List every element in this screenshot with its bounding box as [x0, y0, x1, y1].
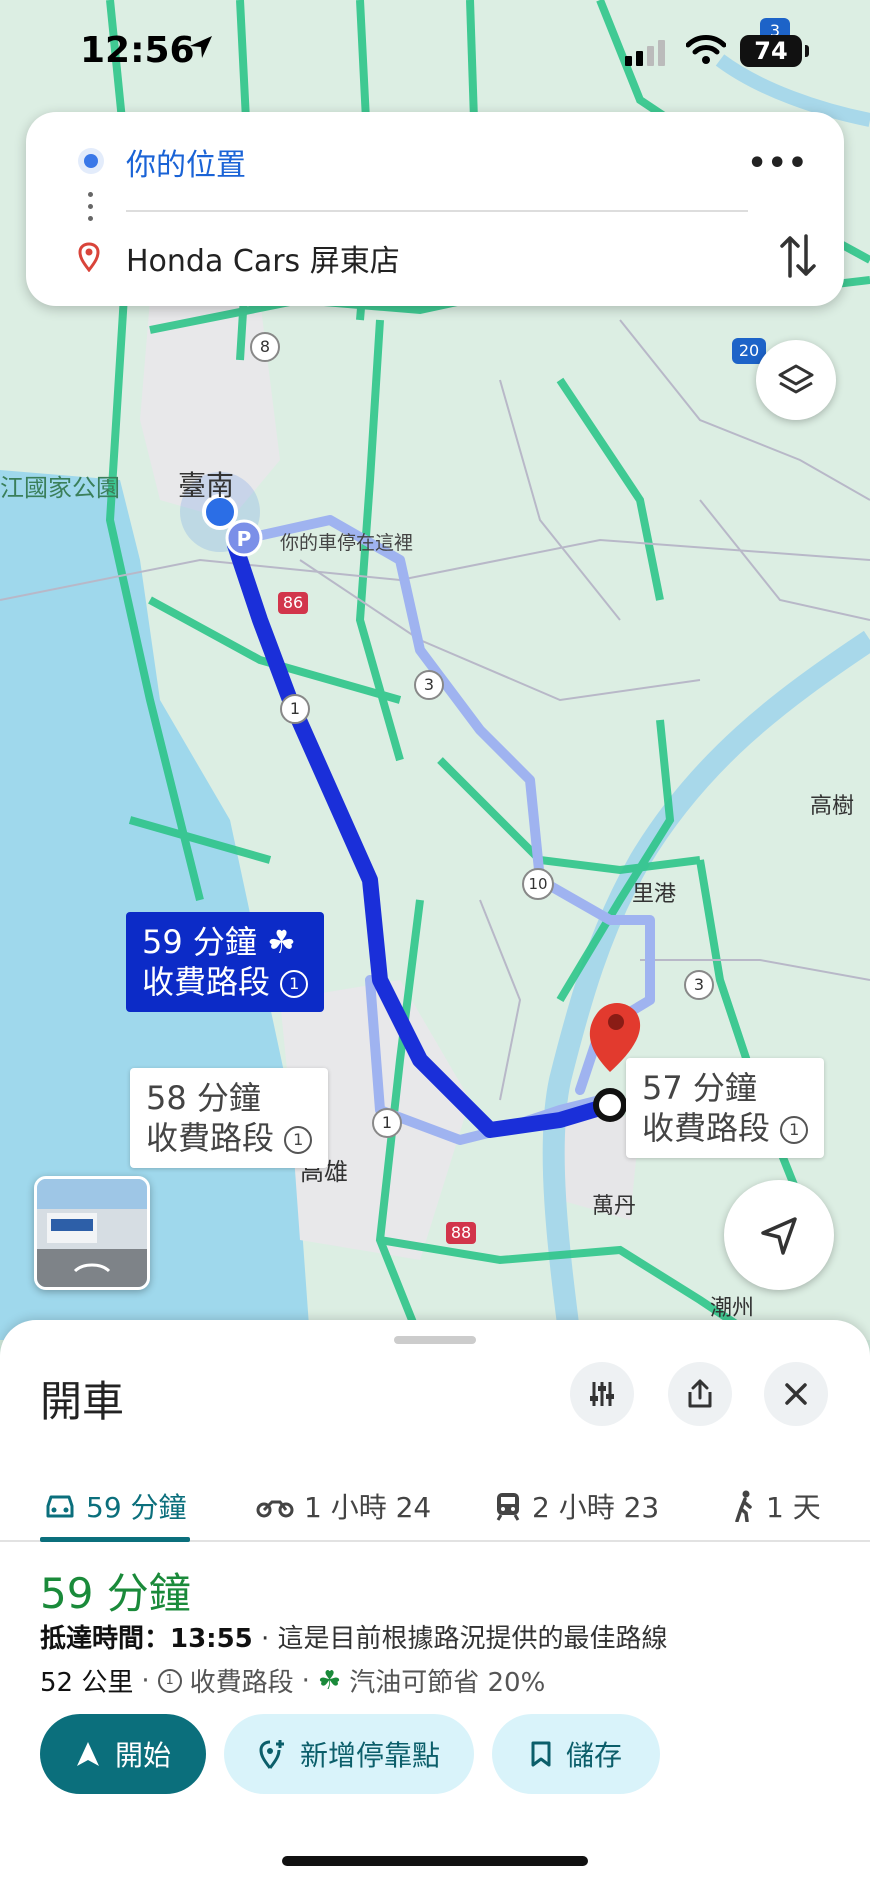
- share-icon: [688, 1379, 712, 1408]
- route-summary: 52 公里 · 1 收費路段 · ☘ 汽油可節省 20%: [40, 1662, 545, 1699]
- bookmark-icon: [531, 1741, 551, 1767]
- layers-button[interactable]: [756, 340, 836, 420]
- motorcycle-icon: [256, 1500, 294, 1518]
- arrival-time: 抵達時間：13:55: [40, 1624, 253, 1654]
- toll-icon: 1: [284, 1126, 313, 1154]
- drag-handle[interactable]: [394, 1336, 476, 1344]
- road-shield: 3: [684, 970, 714, 1000]
- arrival-note: · 這是目前根據路況提供的最佳路線: [252, 1624, 668, 1654]
- road-shield: 3: [414, 670, 444, 700]
- route-distance: 52 公里: [40, 1668, 134, 1698]
- route-time: 57 分鐘: [642, 1069, 757, 1107]
- road-shield: 88: [446, 1222, 476, 1244]
- layers-icon: [778, 364, 814, 394]
- map-label-park: 江國家公園: [0, 474, 120, 502]
- start-label: 開始: [114, 1739, 171, 1772]
- road-shield: 10: [522, 868, 554, 900]
- toll-icon: 1: [280, 970, 309, 998]
- destination-pin-icon: [78, 242, 100, 272]
- tab-drive[interactable]: 59 分鐘: [44, 1486, 187, 1526]
- map-label-ligang: 里港: [632, 882, 677, 907]
- more-options-icon[interactable]: •••: [747, 146, 808, 181]
- tab-walk[interactable]: 1 天: [732, 1486, 821, 1526]
- swap-icon[interactable]: [778, 232, 818, 280]
- tab-label: 2 小時 23: [532, 1491, 660, 1524]
- eco-leaf-icon: ☘: [267, 923, 296, 961]
- street-view-image: [37, 1179, 147, 1287]
- map-label-wandan: 萬丹: [592, 1194, 637, 1219]
- travel-mode-tabs: 59 分鐘 1 小時 24 2 小時 23 1 天: [0, 1460, 870, 1542]
- map-label-gaoshu: 高樹: [810, 794, 855, 819]
- save-label: 儲存: [565, 1739, 622, 1772]
- road-shield: 1: [372, 1108, 402, 1138]
- start-button[interactable]: 開始: [40, 1714, 206, 1794]
- tab-label: 59 分鐘: [86, 1491, 187, 1524]
- route-toll: 收費路段: [189, 1668, 294, 1698]
- sliders-icon: [590, 1382, 614, 1406]
- map-label-parked: 你的車停在這裡: [280, 532, 414, 554]
- add-stop-label: 新增停靠點: [299, 1739, 440, 1772]
- active-tab-indicator: [40, 1537, 190, 1542]
- battery-indicator: 74: [740, 35, 809, 67]
- transit-icon: [496, 1493, 520, 1521]
- location-arrow-icon: [190, 36, 212, 58]
- cellular-signal-icon: [625, 40, 665, 66]
- route-time: 58 分鐘: [146, 1079, 261, 1117]
- close-icon: [785, 1383, 807, 1405]
- route-toll: 收費路段: [642, 1109, 771, 1147]
- arrival-info: 抵達時間：13:55 · 這是目前根據路況提供的最佳路線: [40, 1618, 668, 1655]
- share-button[interactable]: [668, 1362, 732, 1426]
- directions-card: 你的位置 ••• Honda Cars 屏東店: [26, 112, 844, 306]
- map-label-tainan: 臺南: [178, 469, 235, 502]
- home-indicator: [282, 1856, 588, 1866]
- eco-leaf-icon: ☘: [317, 1665, 342, 1696]
- tab-transit[interactable]: 2 小時 23: [494, 1486, 659, 1526]
- route-time: 59 分鐘: [142, 923, 257, 961]
- street-view-thumbnail[interactable]: [34, 1176, 150, 1290]
- origin-row[interactable]: 你的位置 •••: [26, 112, 844, 212]
- svg-text:P: P: [237, 527, 252, 551]
- toll-icon: 1: [780, 1116, 809, 1144]
- status-bar: 12:56 74: [0, 0, 870, 100]
- route-callout-alt2[interactable]: 57 分鐘 收費路段 1: [626, 1058, 825, 1158]
- tab-label: 1 小時 24: [304, 1491, 432, 1524]
- route-toll: 收費路段: [142, 963, 271, 1001]
- route-options-button[interactable]: [570, 1362, 634, 1426]
- close-button[interactable]: [764, 1362, 828, 1426]
- destination-field[interactable]: Honda Cars 屏東店: [126, 236, 400, 280]
- fuel-savings: 汽油可節省 20%: [349, 1668, 546, 1698]
- add-stop-button[interactable]: 新增停靠點: [224, 1714, 474, 1794]
- walk-icon: [735, 1490, 752, 1522]
- add-location-icon: [259, 1740, 284, 1769]
- road-shield: 86: [278, 592, 308, 614]
- origin-field[interactable]: 你的位置: [126, 140, 246, 184]
- route-duration: 59 分鐘: [40, 1569, 191, 1618]
- road-shield: 1: [280, 694, 310, 724]
- recenter-button[interactable]: [724, 1180, 834, 1290]
- origin-dot-icon: [78, 148, 104, 174]
- wifi-icon: [686, 35, 726, 64]
- navigation-arrow-icon: [761, 1217, 797, 1255]
- route-toll: 收費路段: [146, 1119, 275, 1157]
- save-button[interactable]: 儲存: [492, 1714, 660, 1794]
- destination-row[interactable]: Honda Cars 屏東店: [26, 212, 844, 306]
- car-icon: [46, 1495, 74, 1518]
- toll-icon: 1: [157, 1668, 182, 1693]
- navigation-start-icon: [76, 1742, 99, 1766]
- status-time: 12:56: [80, 30, 195, 71]
- sheet-title: 開車: [40, 1377, 125, 1426]
- route-callout-alt1[interactable]: 58 分鐘 收費路段 1: [130, 1068, 329, 1168]
- tab-label: 1 天: [766, 1491, 821, 1524]
- route-callout-primary[interactable]: 59 分鐘 ☘ 收費路段 1: [126, 912, 325, 1012]
- directions-sheet: 開車 59 分鐘 1 小時 24 2 小時 23 1 天 59 分鐘 抵達時間：…: [0, 1320, 870, 1882]
- map-label-chaozhou: 潮州: [710, 1296, 755, 1321]
- tab-motorcycle[interactable]: 1 小時 24: [256, 1486, 431, 1526]
- road-shield: 8: [250, 332, 280, 362]
